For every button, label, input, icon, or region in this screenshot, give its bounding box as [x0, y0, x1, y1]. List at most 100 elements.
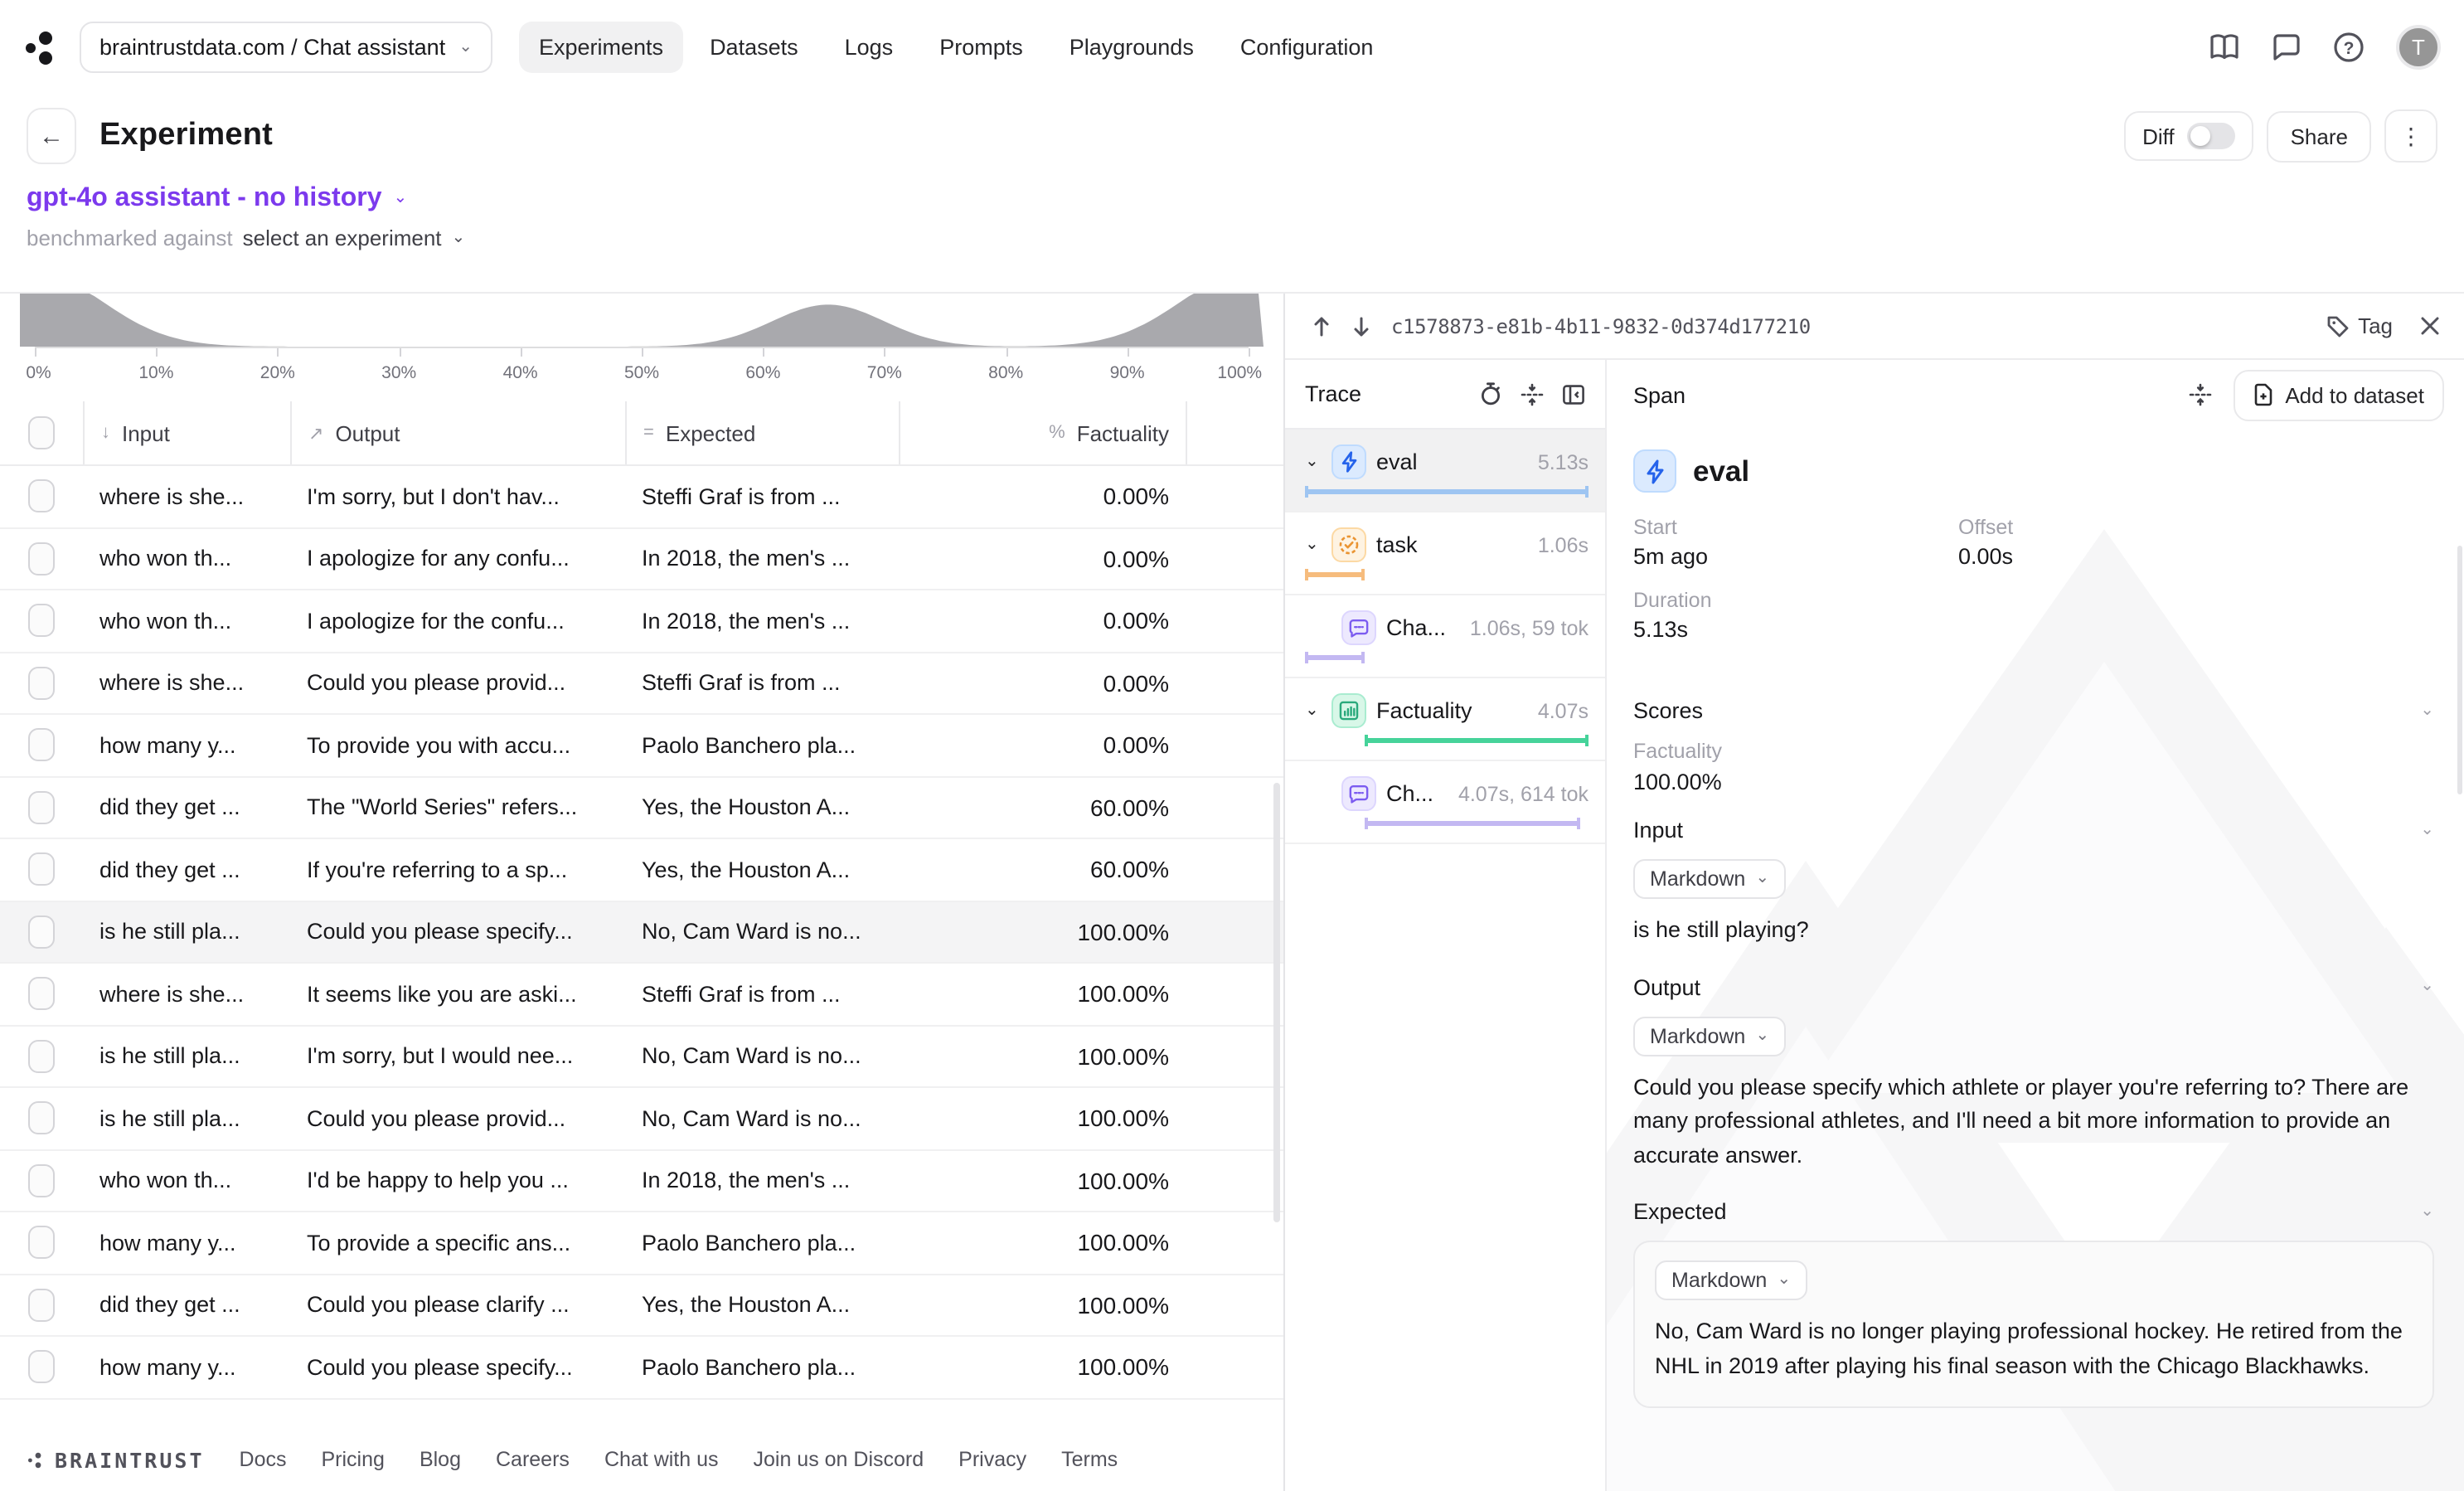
table-row[interactable]: did they get ...Could you please clarify…: [0, 1275, 1283, 1337]
scores-section-header[interactable]: Scores ⌄: [1633, 698, 2434, 723]
more-options-button[interactable]: ⋮: [2384, 109, 2437, 163]
input-section-header[interactable]: Input ⌄: [1633, 818, 2434, 843]
row-checkbox[interactable]: [28, 853, 55, 886]
table-row[interactable]: how many y...Could you please specify...…: [0, 1337, 1283, 1399]
tab-prompts[interactable]: Prompts: [919, 22, 1043, 73]
span-label: Cha...: [1386, 615, 1446, 640]
tab-configuration[interactable]: Configuration: [1220, 22, 1394, 73]
tab-datasets[interactable]: Datasets: [690, 22, 818, 73]
table-row[interactable]: where is she...It seems like you are ask…: [0, 964, 1283, 1026]
column-header-expected[interactable]: =Expected: [625, 401, 899, 464]
collapse-all-icon[interactable]: [1521, 382, 1544, 406]
experiment-selector[interactable]: gpt-4o assistant - no history ⌄: [0, 181, 2464, 214]
table-row[interactable]: is he still pla...Could you please provi…: [0, 1088, 1283, 1150]
table-row[interactable]: where is she...I'm sorry, but I don't ha…: [0, 466, 1283, 528]
tab-playgrounds[interactable]: Playgrounds: [1050, 22, 1214, 73]
add-to-dataset-button[interactable]: Add to dataset: [2234, 369, 2444, 420]
table-row[interactable]: where is she...Could you please provid..…: [0, 653, 1283, 715]
table-row[interactable]: who won th...I apologize for any confu..…: [0, 528, 1283, 590]
input-text: is he still playing?: [1633, 914, 2413, 948]
diff-switch[interactable]: [2188, 123, 2236, 149]
axis-tick-label: 0%: [26, 363, 51, 383]
score-distribution-chart: 0%10%20%30%40%50%60%70%80%90%100%: [0, 294, 1283, 391]
diff-toggle[interactable]: Diff: [2124, 111, 2254, 161]
row-checkbox[interactable]: [28, 1289, 55, 1322]
cell-output: Could you please specify...: [290, 920, 625, 945]
row-checkbox[interactable]: [28, 915, 55, 949]
footer-link-docs[interactable]: Docs: [240, 1448, 287, 1471]
footer-link-privacy[interactable]: Privacy: [958, 1448, 1026, 1471]
tab-logs[interactable]: Logs: [825, 22, 914, 73]
trace-span-factuality[interactable]: ⌄Factuality4.07s: [1285, 678, 1605, 761]
feedback-chat-icon[interactable]: [2272, 33, 2302, 61]
back-button[interactable]: ←: [27, 108, 76, 164]
next-row-arrow-icon[interactable]: [1351, 314, 1371, 338]
table-row[interactable]: did they get ...If you're referring to a…: [0, 839, 1283, 901]
trace-span-cha[interactable]: Cha...1.06s, 59 tok: [1285, 595, 1605, 678]
user-avatar[interactable]: T: [2396, 25, 2441, 70]
expected-format-dropdown[interactable]: Markdown ⌄: [1655, 1260, 1807, 1300]
table-row[interactable]: how many y...To provide you with accu...…: [0, 715, 1283, 777]
select-all-checkbox[interactable]: [28, 416, 55, 449]
span-scrollbar[interactable]: [2457, 546, 2462, 794]
tag-button[interactable]: Tag: [2326, 313, 2393, 338]
help-icon[interactable]: ?: [2333, 32, 2365, 63]
tab-experiments[interactable]: Experiments: [519, 22, 683, 73]
output-format-dropdown[interactable]: Markdown ⌄: [1633, 1016, 1786, 1056]
input-format-dropdown[interactable]: Markdown ⌄: [1633, 859, 1786, 899]
project-breadcrumb[interactable]: braintrustdata.com / Chat assistant ⌄: [80, 22, 492, 73]
row-checkbox[interactable]: [28, 978, 55, 1011]
row-checkbox[interactable]: [28, 1164, 55, 1197]
row-checkbox[interactable]: [28, 667, 55, 700]
table-row[interactable]: who won th...I'd be happy to help you ..…: [0, 1150, 1283, 1212]
footer-link-chat-with-us[interactable]: Chat with us: [604, 1448, 719, 1471]
row-checkbox[interactable]: [28, 480, 55, 513]
table-row[interactable]: is he still pla...Could you please speci…: [0, 901, 1283, 964]
chevron-down-icon[interactable]: ⌄: [1305, 537, 1322, 553]
row-checkbox[interactable]: [28, 542, 55, 576]
page-title: Experiment: [99, 118, 273, 154]
collapse-panel-icon[interactable]: [1562, 382, 1585, 406]
chevron-down-icon[interactable]: ⌄: [1305, 454, 1322, 470]
trace-span-task[interactable]: ⌄task1.06s: [1285, 512, 1605, 595]
trace-span-ch[interactable]: Ch...4.07s, 614 tok: [1285, 761, 1605, 844]
prev-row-arrow-icon[interactable]: [1312, 314, 1331, 338]
trace-tree-header: Trace: [1285, 360, 1605, 430]
cell-output: I'd be happy to help you ...: [290, 1168, 625, 1193]
span-timeline-bar: [1305, 655, 1365, 659]
expected-section-header[interactable]: Expected ⌄: [1633, 1199, 2434, 1224]
table-row[interactable]: how many y...To provide a specific ans..…: [0, 1212, 1283, 1275]
row-checkbox[interactable]: [28, 1102, 55, 1135]
output-section-header[interactable]: Output ⌄: [1633, 974, 2434, 999]
footer-link-join-us-on-discord[interactable]: Join us on Discord: [754, 1448, 924, 1471]
share-button[interactable]: Share: [2268, 110, 2371, 162]
footer-brand: BRAINTRUST: [27, 1447, 205, 1472]
chevron-down-icon[interactable]: ⌄: [1305, 702, 1322, 719]
trace-span-eval[interactable]: ⌄eval5.13s: [1285, 430, 1605, 512]
close-icon[interactable]: [2419, 315, 2441, 337]
row-checkbox[interactable]: [28, 1040, 55, 1073]
column-header-input[interactable]: ↓Input: [83, 401, 290, 464]
footer-link-pricing[interactable]: Pricing: [322, 1448, 385, 1471]
table-row[interactable]: did they get ...The "World Series" refer…: [0, 777, 1283, 839]
footer-link-terms[interactable]: Terms: [1061, 1448, 1118, 1471]
row-checkbox[interactable]: [28, 605, 55, 638]
collapse-sections-icon[interactable]: [2189, 383, 2212, 406]
footer-link-blog[interactable]: Blog: [420, 1448, 461, 1471]
row-checkbox[interactable]: [28, 729, 55, 762]
table-row[interactable]: is he still pla...I'm sorry, but I would…: [0, 1026, 1283, 1088]
chart-icon: [1331, 693, 1366, 728]
table-scrollbar[interactable]: [1273, 783, 1280, 1222]
benchmark-select[interactable]: select an experiment ⌄: [243, 226, 466, 250]
column-header-output[interactable]: ↗Output: [290, 401, 625, 464]
cell-input: where is she...: [83, 671, 290, 696]
column-header-factuality[interactable]: %Factuality: [899, 401, 1186, 464]
footer-link-careers[interactable]: Careers: [496, 1448, 570, 1471]
docs-book-icon[interactable]: [2209, 33, 2240, 61]
cell-output: The "World Series" refers...: [290, 795, 625, 820]
table-row[interactable]: who won th...I apologize for the confu..…: [0, 590, 1283, 653]
row-checkbox[interactable]: [28, 791, 55, 824]
row-checkbox[interactable]: [28, 1226, 55, 1260]
timing-stopwatch-icon[interactable]: [1479, 381, 1502, 406]
row-checkbox[interactable]: [28, 1351, 55, 1384]
